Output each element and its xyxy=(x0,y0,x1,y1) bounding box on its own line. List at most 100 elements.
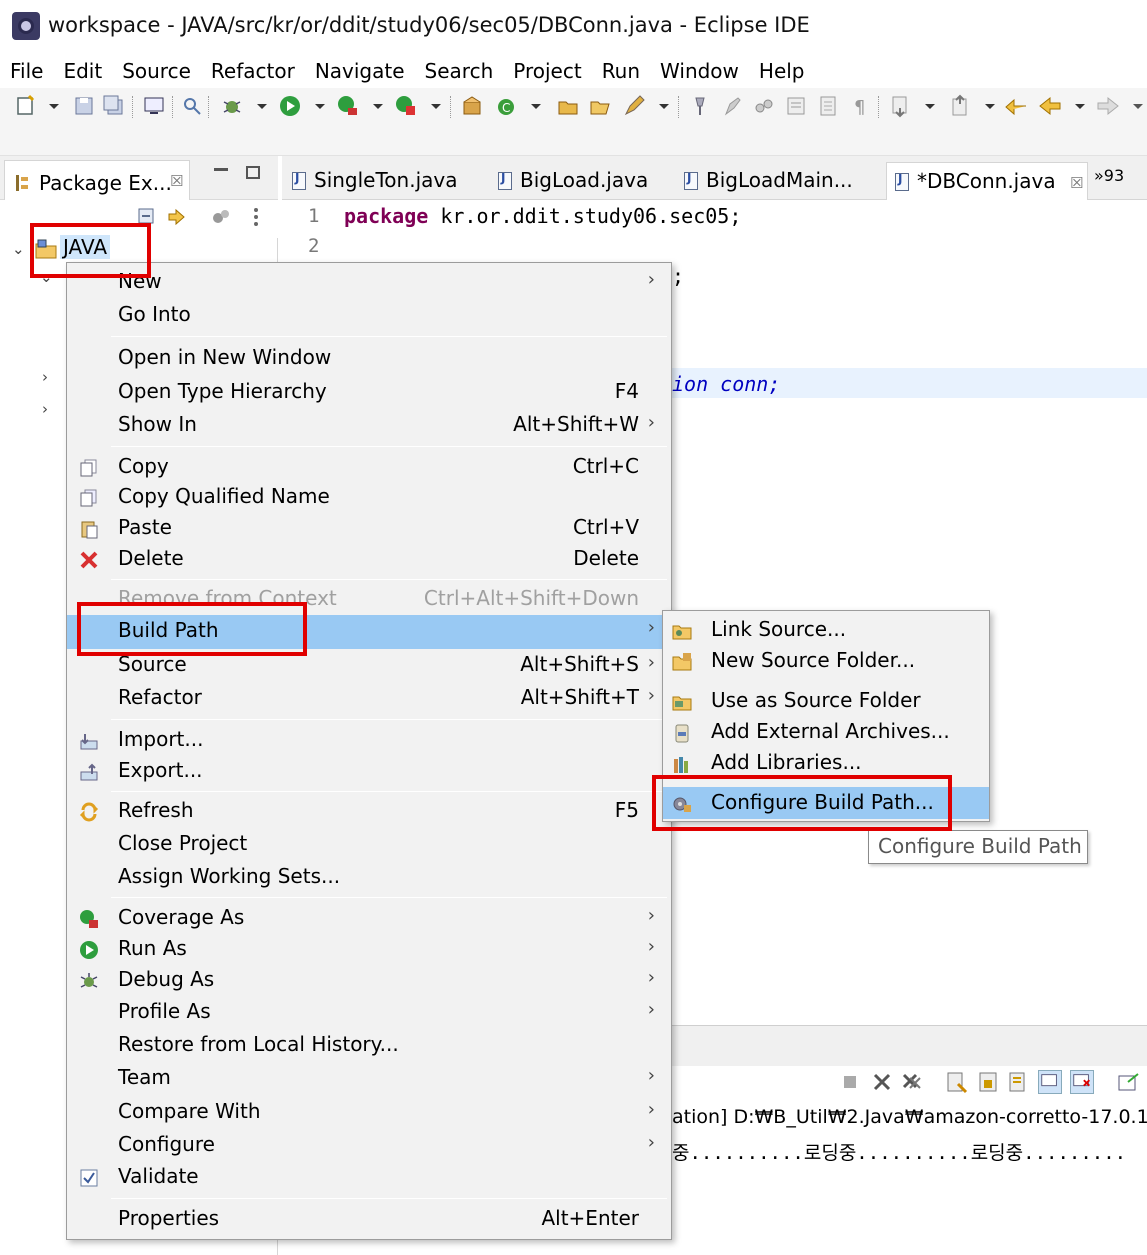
minimize-icon[interactable] xyxy=(214,168,228,171)
previous-annotation-icon[interactable] xyxy=(948,94,972,118)
block-select-icon[interactable] xyxy=(816,94,840,118)
pen-icon[interactable] xyxy=(622,94,646,118)
menu-project[interactable]: Project xyxy=(503,56,591,88)
chevron-down-icon[interactable] xyxy=(918,94,935,118)
chevron-down-icon[interactable] xyxy=(652,94,669,118)
new-package-icon[interactable] xyxy=(460,94,484,118)
submenu-item-new-source-folder[interactable]: New Source Folder... xyxy=(663,645,989,677)
save-all-icon[interactable] xyxy=(102,94,126,118)
highlight-icon[interactable] xyxy=(720,94,744,118)
tab-singleton-java[interactable]: SingleTon.java xyxy=(284,162,480,200)
menu-item-delete[interactable]: Delete Delete xyxy=(67,544,671,576)
show-console-on-output-icon[interactable] xyxy=(1038,1070,1062,1094)
tab-overflow-indicator[interactable]: »93 xyxy=(1094,166,1124,185)
menu-item-coverage-as[interactable]: Coverage As › xyxy=(67,903,671,935)
chevron-down-icon[interactable] xyxy=(524,94,541,118)
menu-item-validate[interactable]: Validate xyxy=(67,1162,671,1194)
menu-window[interactable]: Window xyxy=(650,56,749,88)
submenu-item-add-external-archives[interactable]: Add External Archives... xyxy=(663,716,989,748)
menu-run[interactable]: Run xyxy=(592,56,650,88)
forward-arrow-icon[interactable] xyxy=(1096,94,1120,118)
menu-item-configure[interactable]: Configure › xyxy=(67,1130,671,1162)
expand-chevron-icon[interactable]: ⌄ xyxy=(12,240,25,258)
menu-item-show-in[interactable]: Show In Alt+Shift+W › xyxy=(67,410,671,442)
menu-item-go-into[interactable]: Go Into xyxy=(67,300,671,332)
open-folder-icon[interactable] xyxy=(588,94,612,118)
stop-icon[interactable] xyxy=(838,1070,862,1094)
back-arrow-icon[interactable] xyxy=(1038,94,1062,118)
console-icon[interactable] xyxy=(142,94,166,118)
menu-navigate[interactable]: Navigate xyxy=(305,56,415,88)
last-edit-icon[interactable] xyxy=(1004,94,1028,118)
menu-item-refactor[interactable]: Refactor Alt+Shift+T › xyxy=(67,683,671,715)
menu-item-new[interactable]: New › xyxy=(67,267,671,299)
run-icon[interactable] xyxy=(278,94,302,118)
toggle-mark-icon[interactable] xyxy=(784,94,808,118)
menu-item-restore-from-local-history[interactable]: Restore from Local History... xyxy=(67,1030,671,1062)
menu-item-paste[interactable]: Paste Ctrl+V xyxy=(67,513,671,545)
chevron-down-icon[interactable] xyxy=(1126,94,1143,118)
tab-bigloadmain-java[interactable]: BigLoadMain... xyxy=(676,162,876,200)
link-icon[interactable] xyxy=(752,94,776,118)
pin-console-icon[interactable] xyxy=(1116,1070,1140,1094)
submenu-item-link-source[interactable]: Link Source... xyxy=(663,614,989,646)
menu-item-compare-with[interactable]: Compare With › xyxy=(67,1097,671,1129)
submenu-item-use-as-source-folder[interactable]: Use as Source Folder xyxy=(663,685,989,717)
chevron-down-icon[interactable] xyxy=(1068,94,1085,118)
word-wrap-icon[interactable] xyxy=(1006,1070,1030,1094)
menu-search[interactable]: Search xyxy=(415,56,504,88)
menu-item-debug-as[interactable]: Debug As › xyxy=(67,965,671,997)
filter-icon[interactable] xyxy=(210,206,232,228)
menu-item-import[interactable]: Import... xyxy=(67,725,671,757)
whitespace-icon[interactable]: ¶ xyxy=(848,94,872,118)
menu-file[interactable]: File xyxy=(0,56,53,88)
remove-launch-icon[interactable] xyxy=(870,1070,894,1094)
chevron-down-icon[interactable] xyxy=(424,94,441,118)
search-icon[interactable] xyxy=(180,94,204,118)
menu-item-open-in-new-window[interactable]: Open in New Window xyxy=(67,343,671,375)
chevron-down-icon[interactable] xyxy=(250,94,267,118)
menu-item-close-project[interactable]: Close Project xyxy=(67,829,671,861)
new-icon[interactable] xyxy=(14,94,38,118)
debug-icon[interactable] xyxy=(220,94,244,118)
menu-edit[interactable]: Edit xyxy=(53,56,112,88)
coverage-icon[interactable] xyxy=(336,94,360,118)
save-icon[interactable] xyxy=(72,94,96,118)
tab-bigload-java[interactable]: BigLoad.java xyxy=(490,162,670,200)
pin-icon[interactable] xyxy=(688,94,712,118)
chevron-down-icon[interactable] xyxy=(366,94,383,118)
link-with-editor-icon[interactable] xyxy=(166,206,188,228)
menu-source[interactable]: Source xyxy=(112,56,201,88)
maximize-icon[interactable] xyxy=(246,166,260,179)
external-tools-icon[interactable] xyxy=(394,94,418,118)
new-class-icon[interactable]: C xyxy=(494,94,518,118)
menu-item-profile-as[interactable]: Profile As › xyxy=(67,997,671,1029)
menu-item-team[interactable]: Team › xyxy=(67,1063,671,1095)
collapsed-chevron-icon[interactable]: › xyxy=(42,368,48,386)
tab-package-explorer[interactable]: Package Ex... ☒ xyxy=(4,160,190,200)
menu-help[interactable]: Help xyxy=(749,56,815,88)
collapsed-chevron-icon[interactable]: › xyxy=(42,400,48,418)
next-annotation-icon[interactable] xyxy=(888,94,912,118)
show-console-on-error-icon[interactable] xyxy=(1070,1070,1094,1094)
open-type-icon[interactable] xyxy=(556,94,580,118)
chevron-down-icon[interactable] xyxy=(308,94,325,118)
menu-item-run-as[interactable]: Run As › xyxy=(67,934,671,966)
menu-item-refresh[interactable]: Refresh F5 xyxy=(67,796,671,828)
close-icon[interactable]: ☒ xyxy=(1070,174,1083,192)
scroll-lock-icon[interactable] xyxy=(976,1070,1000,1094)
clear-console-icon[interactable] xyxy=(944,1070,968,1094)
chevron-down-icon[interactable] xyxy=(42,94,59,118)
menu-item-export[interactable]: Export... xyxy=(67,756,671,788)
chevron-down-icon[interactable] xyxy=(978,94,995,118)
menu-item-open-type-hierarchy[interactable]: Open Type Hierarchy F4 xyxy=(67,377,671,409)
menu-refactor[interactable]: Refactor xyxy=(201,56,305,88)
menu-item-assign-working-sets[interactable]: Assign Working Sets... xyxy=(67,862,671,894)
menu-item-properties[interactable]: Properties Alt+Enter xyxy=(67,1204,671,1236)
close-icon[interactable]: ☒ xyxy=(170,172,183,190)
tab-dbconn-java[interactable]: *DBConn.java ☒ xyxy=(886,162,1088,200)
remove-all-icon[interactable] xyxy=(900,1070,924,1094)
menu-item-copy-qualified-name[interactable]: Copy Qualified Name xyxy=(67,482,671,514)
menu-item-copy[interactable]: Copy Ctrl+C xyxy=(67,452,671,484)
view-menu-icon[interactable] xyxy=(248,206,264,228)
